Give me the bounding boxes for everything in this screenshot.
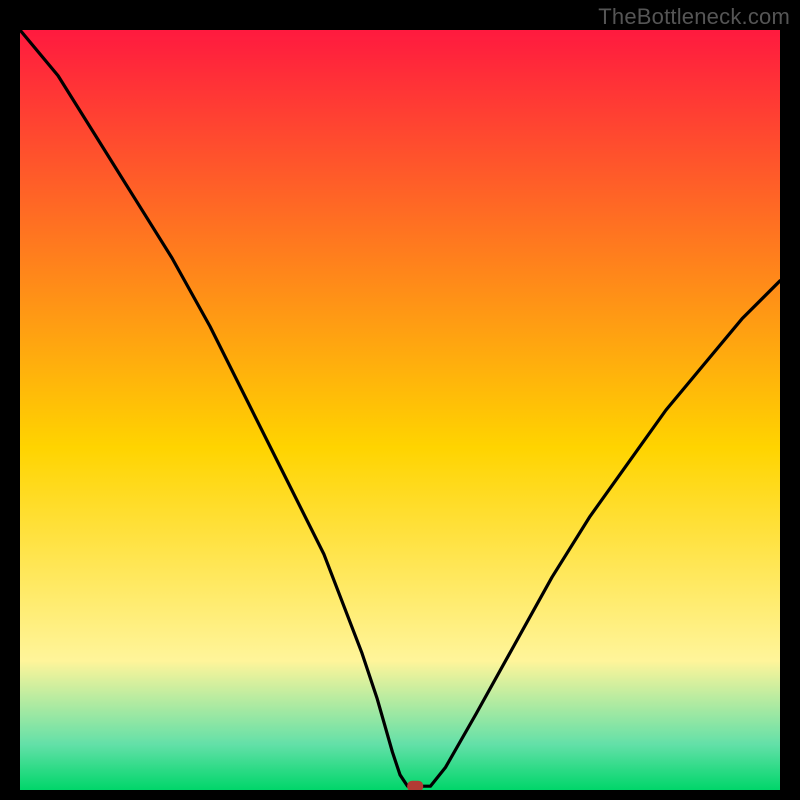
current-point-marker <box>407 781 423 790</box>
watermark-text: TheBottleneck.com <box>598 4 790 30</box>
bottleneck-plot <box>20 30 780 790</box>
chart-frame: TheBottleneck.com <box>0 0 800 800</box>
plot-svg <box>20 30 780 790</box>
